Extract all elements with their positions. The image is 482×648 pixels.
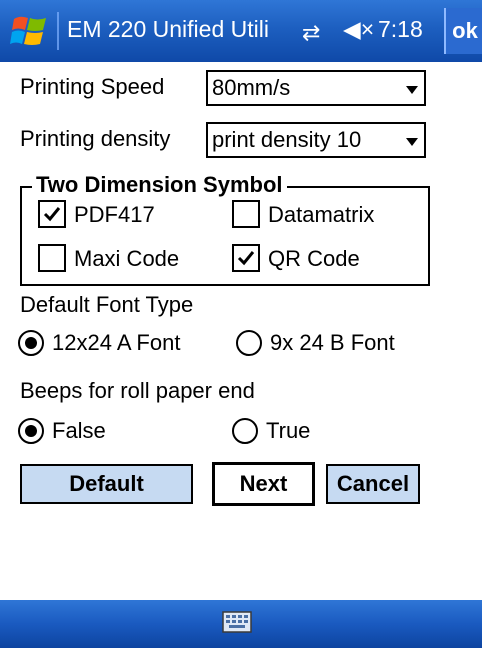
clock[interactable]: 7:18	[378, 16, 423, 43]
printing-speed-label: Printing Speed	[20, 74, 165, 99]
chevron-down-icon	[406, 138, 418, 146]
font-b-radio[interactable]	[236, 330, 262, 356]
maxicode-checkbox[interactable]	[38, 244, 66, 272]
connectivity-icon[interactable]: ⇄	[302, 20, 320, 46]
title-separator	[57, 12, 59, 50]
printing-density-value: print density 10	[212, 127, 362, 152]
chevron-down-icon	[406, 86, 418, 94]
beeps-false-radio[interactable]	[18, 418, 44, 444]
printing-density-select[interactable]: print density 10	[206, 122, 426, 158]
font-b-label[interactable]: 9x 24 B Font	[270, 330, 395, 356]
radio-selected-dot	[25, 425, 37, 437]
bottom-menu-bar	[0, 600, 482, 648]
font-a-label[interactable]: 12x24 A Font	[52, 330, 180, 356]
checkmark-icon	[43, 207, 61, 222]
beeps-label: Beeps for roll paper end	[20, 378, 255, 403]
default-button[interactable]: Default	[20, 464, 193, 504]
maxicode-label[interactable]: Maxi Code	[74, 246, 179, 272]
app-title: EM 220 Unified Utili	[67, 16, 269, 42]
beeps-false-label[interactable]: False	[52, 418, 106, 444]
title-bar: EM 220 Unified Utili ⇄ ◀× 7:18 ok	[0, 0, 482, 62]
qrcode-checkbox[interactable]	[232, 244, 260, 272]
pdf417-label[interactable]: PDF417	[74, 202, 155, 228]
printing-density-label: Printing density	[20, 126, 171, 151]
volume-muted-icon[interactable]: ◀×	[343, 16, 374, 43]
ok-button[interactable]: ok	[444, 8, 482, 54]
datamatrix-checkbox[interactable]	[232, 200, 260, 228]
beeps-true-radio[interactable]	[232, 418, 258, 444]
group-title: Two Dimension Symbol	[32, 172, 287, 198]
printing-speed-value: 80mm/s	[212, 75, 291, 100]
checkmark-icon	[237, 251, 255, 266]
next-button[interactable]: Next	[212, 462, 315, 506]
datamatrix-label[interactable]: Datamatrix	[268, 202, 374, 228]
cancel-button[interactable]: Cancel	[326, 464, 420, 504]
font-type-label: Default Font Type	[20, 292, 194, 317]
qrcode-label[interactable]: QR Code	[268, 246, 360, 272]
keyboard-icon[interactable]	[222, 610, 252, 634]
pdf417-checkbox[interactable]	[38, 200, 66, 228]
radio-selected-dot	[25, 337, 37, 349]
printing-speed-select[interactable]: 80mm/s	[206, 70, 426, 106]
windows-start-icon[interactable]	[10, 13, 50, 49]
font-a-radio[interactable]	[18, 330, 44, 356]
beeps-true-label[interactable]: True	[266, 418, 310, 444]
